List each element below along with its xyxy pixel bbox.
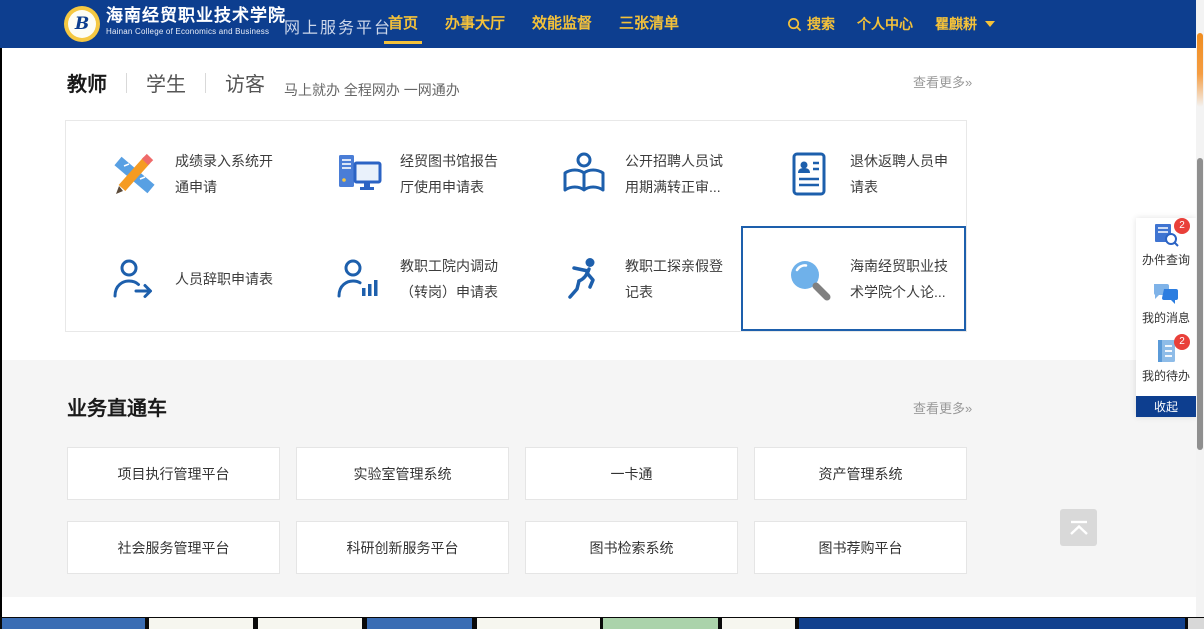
service-card-resignation[interactable]: 人员辞职申请表 bbox=[66, 226, 291, 331]
side-panel-label: 办件查询 bbox=[1136, 251, 1196, 268]
nav-item-three-lists[interactable]: 三张清单 bbox=[619, 0, 679, 48]
personal-center-link[interactable]: 个人中心 bbox=[857, 14, 913, 34]
service-card-title: 经贸图书馆报告厅使用申请表 bbox=[400, 148, 502, 200]
business-button-grid: 项目执行管理平台 实验室管理系统 一卡通 资产管理系统 社会服务管理平台 科研创… bbox=[67, 447, 967, 574]
service-card-title: 公开招聘人员试用期满转正审... bbox=[625, 148, 727, 200]
scrollbar-thumb[interactable] bbox=[1197, 158, 1203, 450]
biz-btn-social-service[interactable]: 社会服务管理平台 bbox=[67, 521, 280, 574]
service-card-title: 海南经贸职业技术学院个人论... bbox=[850, 253, 952, 305]
biz-btn-research-platform[interactable]: 科研创新服务平台 bbox=[296, 521, 509, 574]
tab-visitor[interactable]: 访客 bbox=[225, 68, 265, 97]
magnifier-icon bbox=[785, 255, 833, 303]
service-card-rehire[interactable]: 退休返聘人员申请表 bbox=[741, 121, 966, 226]
tab-teacher[interactable]: 教师 bbox=[67, 68, 107, 97]
divider bbox=[126, 73, 127, 93]
school-logo-glyph: B bbox=[68, 10, 96, 38]
window-edge bbox=[0, 48, 2, 617]
scrollbar-thumb-top[interactable] bbox=[1197, 33, 1203, 107]
service-card-grid: 成绩录入系统开通申请 经贸图书馆报告厅使用申请表 公开招聘人员试用期满转正审. bbox=[65, 120, 967, 332]
pencil-ruler-icon bbox=[110, 150, 158, 198]
taskbar-button[interactable] bbox=[722, 618, 795, 629]
biz-btn-lab-system[interactable]: 实验室管理系统 bbox=[296, 447, 509, 500]
business-view-more-link[interactable]: 查看更多» bbox=[913, 398, 972, 417]
taskbar-button[interactable] bbox=[149, 618, 253, 629]
taskbar-button[interactable] bbox=[603, 618, 718, 629]
service-card-title: 成绩录入系统开通申请 bbox=[175, 148, 277, 200]
role-tabs: 教师 学生 访客 bbox=[67, 68, 265, 97]
service-card-grade-entry[interactable]: 成绩录入系统开通申请 bbox=[66, 121, 291, 226]
taskbar-button[interactable] bbox=[799, 618, 1185, 629]
id-card-icon bbox=[785, 150, 833, 198]
service-card-family-visit[interactable]: 教职工探亲假登记表 bbox=[516, 226, 741, 331]
back-to-top-icon bbox=[1068, 519, 1090, 537]
taskbar-button[interactable] bbox=[2, 618, 145, 629]
chat-bubbles-icon bbox=[1152, 280, 1180, 306]
tab-student[interactable]: 学生 bbox=[146, 68, 186, 97]
chevron-down-icon bbox=[985, 21, 995, 27]
school-name-en: Hainan College of Economics and Business bbox=[106, 27, 286, 36]
school-logo: B bbox=[64, 6, 100, 42]
taskbar-button[interactable] bbox=[1188, 618, 1204, 629]
person-chart-icon bbox=[335, 255, 383, 303]
taskbar-button[interactable] bbox=[367, 618, 472, 629]
biz-btn-book-search[interactable]: 图书检索系统 bbox=[525, 521, 738, 574]
biz-btn-asset-system[interactable]: 资产管理系统 bbox=[754, 447, 967, 500]
scrollbar-track[interactable] bbox=[1196, 0, 1204, 629]
search-button[interactable]: 搜索 bbox=[787, 14, 835, 34]
side-panel-label: 我的待办 bbox=[1136, 367, 1196, 384]
collapse-panel-button[interactable]: 收起 bbox=[1136, 396, 1196, 417]
nav-item-efficiency[interactable]: 效能监督 bbox=[532, 0, 592, 48]
top-navbar: B 海南经贸职业技术学院 Hainan College of Economics… bbox=[0, 0, 1204, 48]
service-card-probation[interactable]: 公开招聘人员试用期满转正审... bbox=[516, 121, 741, 226]
side-panel-label: 我的消息 bbox=[1136, 309, 1196, 326]
person-leave-icon bbox=[110, 255, 158, 303]
nav-item-service-hall[interactable]: 办事大厅 bbox=[445, 0, 505, 48]
user-menu[interactable]: 瞿麒耕 bbox=[935, 14, 995, 34]
main-nav: 首页 办事大厅 效能监督 三张清单 bbox=[388, 0, 679, 48]
biz-btn-onecard[interactable]: 一卡通 bbox=[525, 447, 738, 500]
school-name: 海南经贸职业技术学院 bbox=[106, 5, 286, 27]
side-panel-item-messages[interactable]: 我的消息 bbox=[1136, 276, 1196, 334]
divider bbox=[205, 73, 206, 93]
taskbar-button[interactable] bbox=[477, 618, 600, 629]
nav-item-home[interactable]: 首页 bbox=[388, 0, 418, 48]
notification-badge: 2 bbox=[1174, 334, 1190, 350]
floating-side-panel: 办件查询 2 我的消息 我的待办 2 收起 bbox=[1136, 218, 1196, 417]
search-label: 搜索 bbox=[807, 14, 835, 34]
back-to-top-button[interactable] bbox=[1060, 509, 1097, 546]
service-card-personal-forum[interactable]: 海南经贸职业技术学院个人论... bbox=[741, 226, 966, 331]
service-card-title: 退休返聘人员申请表 bbox=[850, 148, 952, 200]
service-card-title: 教职工探亲假登记表 bbox=[625, 253, 727, 305]
username: 瞿麒耕 bbox=[935, 14, 977, 34]
platform-name: 网上服务平台 bbox=[284, 14, 392, 38]
service-card-library-hall[interactable]: 经贸图书馆报告厅使用申请表 bbox=[291, 121, 516, 226]
side-panel-item-todo[interactable]: 我的待办 2 bbox=[1136, 334, 1196, 392]
taskbar bbox=[0, 617, 1204, 629]
business-section-title: 业务直通车 bbox=[67, 392, 167, 421]
service-card-transfer[interactable]: 教职工院内调动（转岗）申请表 bbox=[291, 226, 516, 331]
runner-icon bbox=[560, 255, 608, 303]
services-view-more-link[interactable]: 查看更多» bbox=[913, 72, 972, 91]
computer-icon bbox=[335, 150, 383, 198]
slogan-text: 马上就办 全程网办 一网通办 bbox=[284, 80, 460, 100]
service-card-title: 教职工院内调动（转岗）申请表 bbox=[400, 253, 502, 305]
search-icon bbox=[787, 17, 802, 32]
biz-btn-project-platform[interactable]: 项目执行管理平台 bbox=[67, 447, 280, 500]
biz-btn-book-recommend[interactable]: 图书荐购平台 bbox=[754, 521, 967, 574]
person-book-icon bbox=[560, 150, 608, 198]
taskbar-button[interactable] bbox=[258, 618, 362, 629]
service-card-title: 人员辞职申请表 bbox=[175, 266, 277, 292]
notification-badge: 2 bbox=[1174, 218, 1190, 234]
page: B 海南经贸职业技术学院 Hainan College of Economics… bbox=[0, 0, 1204, 629]
side-panel-item-case-query[interactable]: 办件查询 2 bbox=[1136, 218, 1196, 276]
